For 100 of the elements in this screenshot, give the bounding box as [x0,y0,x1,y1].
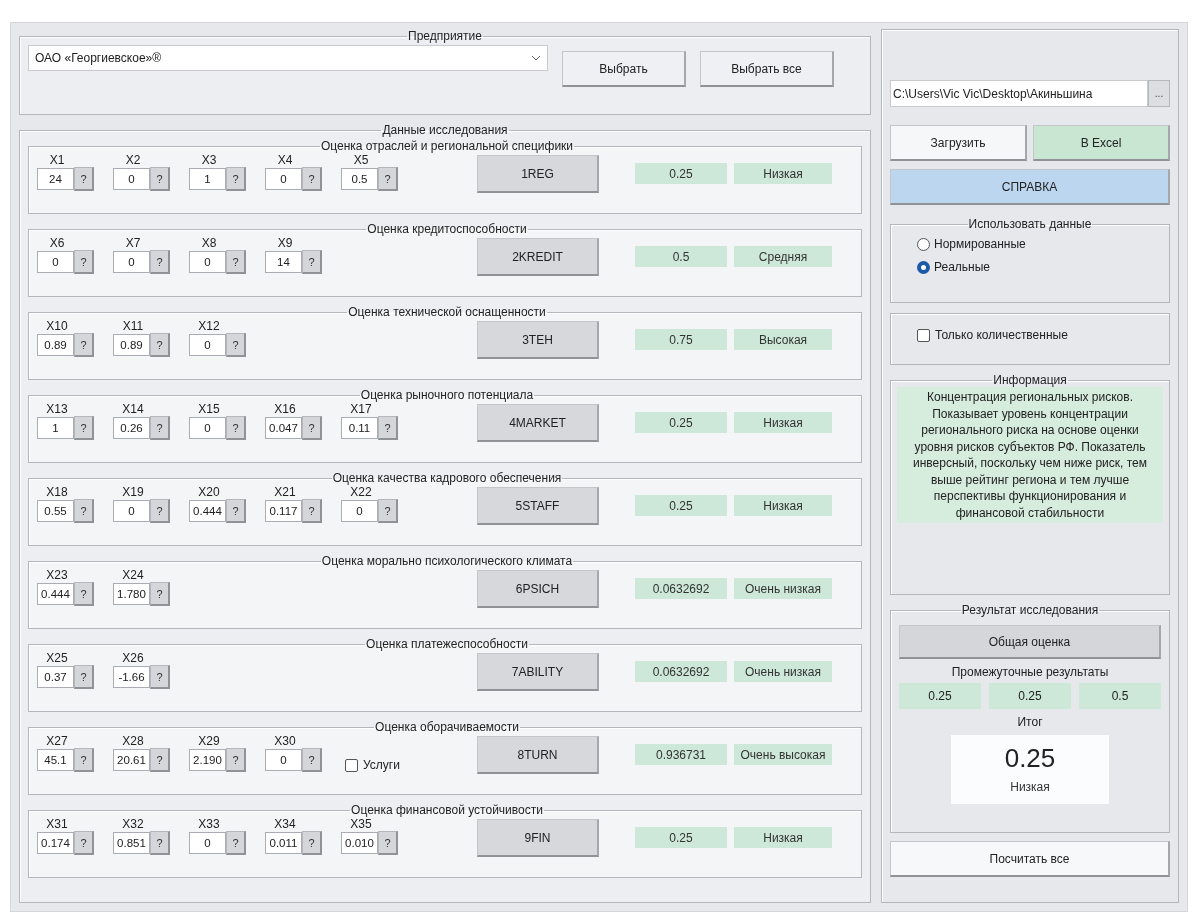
select-button[interactable]: Выбрать все [700,51,834,87]
help-button[interactable]: ? [74,416,94,440]
input-field[interactable]: 0 [113,251,150,273]
input-field[interactable]: 0.26 [113,417,150,439]
field-label: X20 [197,485,221,499]
input-field[interactable]: 0.89 [113,334,150,356]
calculate-button[interactable]: 9FIN [477,819,599,857]
radio-button[interactable] [917,237,930,251]
calculate-all-button[interactable]: Посчитать все [890,841,1170,877]
input-field[interactable]: 24 [37,168,74,190]
help-button[interactable]: ? [74,748,94,772]
field-label: X35 [349,817,373,831]
input-field[interactable]: 0.174 [37,832,74,854]
input-field[interactable]: 14 [265,251,302,273]
help-button[interactable]: ? [150,582,170,606]
company-dropdown[interactable]: ОАО «Георгиевское»® [28,45,548,71]
input-field[interactable]: 0 [189,251,226,273]
file-path-field[interactable]: C:\Users\Vic Vic\Desktop\Акиньшина [890,80,1148,107]
input-field[interactable]: 2.190 [189,749,226,771]
help-button[interactable]: ? [150,333,170,357]
help-button[interactable]: ? [74,582,94,606]
browse-button[interactable]: ... [1148,80,1170,107]
calculate-button[interactable]: 4MARKET [477,404,599,442]
help-button[interactable]: ? [302,416,322,440]
overall-button[interactable]: Общая оценка [899,625,1161,659]
help-button[interactable]: ? [378,416,398,440]
help-button[interactable]: ? [378,499,398,523]
help-button[interactable]: ? [226,748,246,772]
help-button[interactable]: ? [378,831,398,855]
calculate-button[interactable]: 3TEH [477,321,599,359]
calculate-button[interactable]: 1REG [477,155,599,193]
input-field[interactable]: 1 [37,417,74,439]
select-button[interactable]: Выбрать [562,51,686,87]
help-button[interactable]: ? [150,748,170,772]
help-button[interactable]: ? [74,333,94,357]
input-field[interactable]: 45.1 [37,749,74,771]
input-field[interactable]: 0.5 [341,168,378,190]
help-button[interactable]: ? [302,748,322,772]
help-button[interactable]: ? [378,167,398,191]
calculate-button[interactable]: 6PSICH [477,570,599,608]
input-field[interactable]: 1.780 [113,583,150,605]
help-button[interactable]: ? [302,499,322,523]
input-field[interactable]: 0.047 [265,417,302,439]
excel-button[interactable]: В Excel [1033,125,1170,161]
help-button[interactable]: СПРАВКА [890,169,1170,205]
input-field[interactable]: 0 [113,168,150,190]
checkbox[interactable] [345,758,358,772]
calculate-button[interactable]: 2KREDIT [477,238,599,276]
checkbox[interactable] [917,328,930,342]
help-button[interactable]: ? [226,416,246,440]
input-field[interactable]: 0 [37,251,74,273]
help-button[interactable]: ? [150,416,170,440]
input-field[interactable]: 0.444 [37,583,74,605]
input-field[interactable]: 0.11 [341,417,378,439]
help-button[interactable]: ? [302,250,322,274]
input-field[interactable]: 1 [189,168,226,190]
load-button[interactable]: Загрузить [890,125,1027,161]
input-field[interactable]: 0.011 [265,832,302,854]
input-field[interactable]: 0 [341,500,378,522]
help-button[interactable]: ? [226,333,246,357]
input-field[interactable]: 0 [189,417,226,439]
help-button[interactable]: ? [226,167,246,191]
calculate-button[interactable]: 8TURN [477,736,599,774]
help-button[interactable]: ? [74,665,94,689]
help-button[interactable]: ? [302,831,322,855]
input-field[interactable]: 0.55 [37,500,74,522]
calculate-button[interactable]: 5STAFF [477,487,599,525]
input-field[interactable]: -1.66 [113,666,150,688]
input-field[interactable]: 0.37 [37,666,74,688]
input-field[interactable]: 0 [265,168,302,190]
help-button[interactable]: ? [150,665,170,689]
calculate-button[interactable]: 7ABILITY [477,653,599,691]
chevron-icon [531,55,541,61]
input-field[interactable]: 0 [113,500,150,522]
help-button[interactable]: ? [226,831,246,855]
input-field[interactable]: 0.851 [113,832,150,854]
input-field[interactable]: 0.444 [189,500,226,522]
help-button[interactable]: ? [302,167,322,191]
help-button[interactable]: ? [74,250,94,274]
input-field[interactable]: 0 [189,334,226,356]
help-button[interactable]: ? [150,250,170,274]
input-field[interactable]: 0 [189,832,226,854]
help-button[interactable]: ? [74,167,94,191]
help-button[interactable]: ? [150,499,170,523]
help-button[interactable]: ? [226,250,246,274]
input-field[interactable]: 0.010 [341,832,378,854]
field-label: X28 [121,734,145,748]
field-label: X25 [45,651,69,665]
rating-value: Очень низкая [734,578,832,599]
input-field[interactable]: 0 [265,749,302,771]
help-button[interactable]: ? [226,499,246,523]
help-button[interactable]: ? [150,167,170,191]
help-button[interactable]: ? [74,499,94,523]
help-button[interactable]: ? [74,831,94,855]
input-field[interactable]: 0.117 [265,500,302,522]
help-button[interactable]: ? [150,831,170,855]
radio-label: Реальные [934,260,990,274]
input-field[interactable]: 20.61 [113,749,150,771]
radio-button[interactable] [917,260,930,274]
input-field[interactable]: 0.89 [37,334,74,356]
